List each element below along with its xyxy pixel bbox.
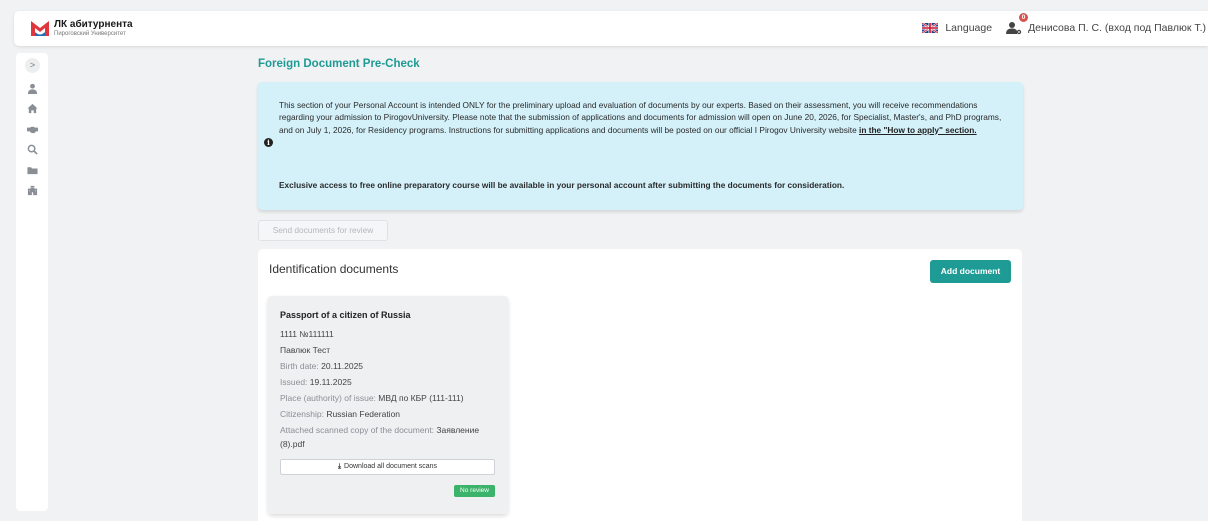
top-bar: ЛК абитурнента Пироговский Университет L… (14, 11, 1208, 46)
logo-icon (31, 21, 49, 36)
how-to-apply-link[interactable]: in the "How to apply" section. (859, 125, 977, 135)
document-card: Passport of a citizen of Russia 1111 №11… (268, 296, 508, 514)
issued-row: Issued: 19.11.2025 (280, 376, 352, 388)
search-icon[interactable] (25, 143, 39, 155)
download-scans-label: Download all document scans (344, 463, 438, 470)
issued-label: Issued: (280, 377, 308, 387)
place-of-issue-value: МВД по КБР (111-111) (378, 393, 464, 403)
user-icon[interactable] (25, 82, 39, 94)
attached-copy-label: Attached scanned copy of the document: (280, 425, 435, 435)
logo-subtitle: Пироговский Университет (54, 31, 126, 37)
sidebar-toggle-button[interactable]: > (25, 58, 40, 73)
info-alert: i This section of your Personal Account … (258, 82, 1023, 210)
user-name[interactable]: Денисова П. С. (вход под Павлюк Т.) (1028, 22, 1206, 34)
identification-documents-panel: Identification documents Add document Pa… (258, 249, 1022, 521)
attached-copy-filename-cont: (8).pdf (280, 439, 305, 449)
place-of-issue-row: Place (authority) of issue: МВД по КБР (… (280, 392, 464, 404)
page-title: Foreign Document Pre-Check (258, 58, 420, 70)
status-badge: No review (454, 485, 495, 497)
panel-title: Identification documents (269, 262, 399, 276)
add-document-button[interactable]: Add document (930, 260, 1011, 283)
info-text: This section of your Personal Account is… (279, 99, 1014, 136)
issued-value: 19.11.2025 (309, 377, 352, 387)
uk-flag-icon[interactable] (922, 23, 939, 33)
language-selector[interactable]: Language (945, 22, 992, 34)
citizenship-label: Citizenship: (280, 409, 324, 419)
folder-icon[interactable] (25, 164, 39, 176)
document-number: 1111 №111111 (280, 329, 334, 339)
send-documents-button[interactable]: Send documents for review (258, 220, 388, 241)
citizenship-row: Citizenship: Russian Federation (280, 408, 400, 420)
notification-badge: 0 (1019, 13, 1029, 22)
handshake-icon[interactable] (25, 123, 39, 135)
sidebar: > (16, 53, 48, 511)
attached-copy-row: Attached scanned copy of the document: З… (280, 424, 479, 436)
home-icon[interactable] (25, 102, 39, 114)
logo-title: ЛК абитурнента (54, 19, 133, 30)
logo[interactable]: ЛК абитурнента Пироговский Университет (30, 20, 133, 37)
birth-date-row: Birth date: 20.11.2025 (280, 360, 363, 372)
document-holder: Павлюк Тест (280, 345, 331, 355)
info-bold-text: Exclusive access to free online preparat… (279, 180, 845, 190)
user-cog-icon (1006, 22, 1022, 35)
document-title: Passport of a citizen of Russia (280, 310, 411, 320)
attached-copy-filename: Заявление (436, 425, 480, 435)
place-of-issue-label: Place (authority) of issue: (280, 393, 376, 403)
download-icon: ⤓ (337, 463, 342, 470)
download-scans-button[interactable]: ⤓ Download all document scans (280, 459, 495, 475)
building-icon[interactable] (25, 184, 39, 196)
birth-date-value: 20.11.2025 (321, 361, 364, 371)
citizenship-value: Russian Federation (326, 409, 401, 419)
birth-date-label: Birth date: (280, 361, 319, 371)
info-icon: i (264, 138, 273, 147)
user-menu-icon[interactable]: 0 (1006, 13, 1029, 35)
